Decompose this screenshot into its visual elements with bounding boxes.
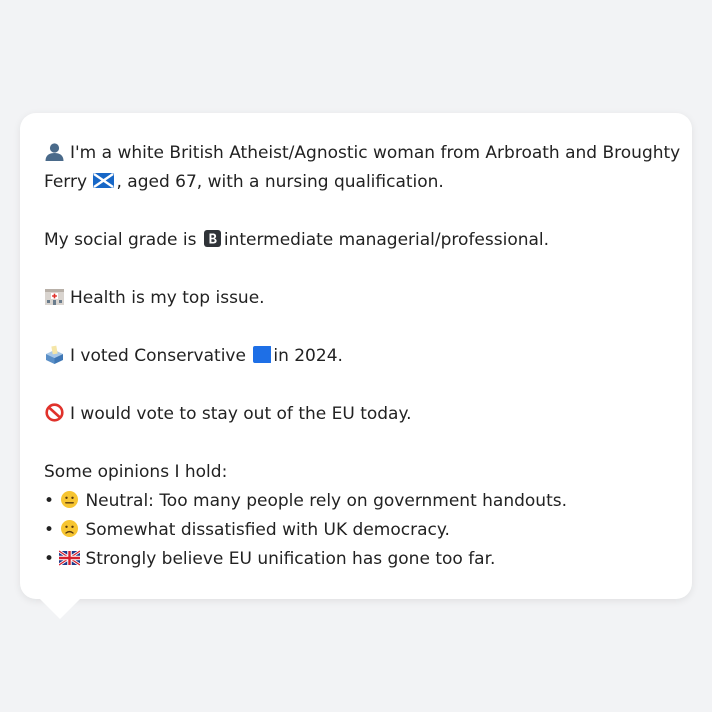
issue-text: Health is my top issue. — [70, 288, 265, 308]
vote-line: I voted Conservative in 2024. — [44, 342, 668, 371]
bullet: • — [44, 549, 55, 569]
opinion-item: • Neutral: Too many people rely on gover… — [44, 487, 668, 516]
grade-text-b: intermediate managerial/professional. — [223, 230, 550, 250]
intro-text-2a: Ferry — [44, 172, 88, 192]
opinion-text: Neutral: Too many people rely on governm… — [85, 491, 567, 511]
bullet: • — [44, 491, 55, 511]
blue-square-icon — [253, 346, 272, 363]
hospital-icon — [45, 289, 64, 305]
bullet: • — [44, 520, 55, 540]
top-issue-line: Health is my top issue. — [44, 284, 668, 313]
bubble-tail — [40, 599, 80, 619]
grade-text-a: My social grade is — [44, 230, 197, 250]
intro-line-2: Ferry , aged 67, with a nursing qualific… — [44, 168, 668, 197]
intro-text-2b: , aged 67, with a nursing qualification. — [116, 172, 444, 192]
vote-text-a: I voted Conservative — [70, 346, 246, 366]
b-button-icon — [203, 230, 221, 247]
chat-bubble: I'm a white British Atheist/Agnostic wom… — [20, 113, 692, 599]
opinion-text: Strongly believe EU unification has gone… — [85, 549, 496, 569]
bust-in-silhouette-icon — [45, 143, 64, 161]
scotland-flag-icon — [93, 173, 115, 188]
opinions-header: Some opinions I hold: — [44, 462, 228, 482]
ballot-box-icon — [46, 345, 63, 364]
eu-text: I would vote to stay out of the EU today… — [70, 404, 412, 424]
eu-line: I would vote to stay out of the EU today… — [44, 400, 668, 429]
opinion-item: • Strongly believe EU unification has go… — [44, 545, 668, 574]
intro-line-1: I'm a white British Atheist/Agnostic wom… — [44, 139, 680, 168]
uk-flag-icon — [59, 549, 81, 567]
vote-text-b: in 2024. — [273, 346, 343, 366]
opinion-item: • Somewhat dissatisfied with UK democrac… — [44, 516, 668, 545]
opinion-text: Somewhat dissatisfied with UK democracy. — [85, 520, 450, 540]
slightly-frowning-face-icon — [61, 520, 79, 537]
social-grade-line: My social grade is intermediate manageri… — [44, 226, 668, 255]
intro-text-1: I'm a white British Atheist/Agnostic wom… — [70, 143, 681, 163]
neutral-face-icon — [61, 491, 79, 508]
prohibited-icon — [45, 403, 64, 422]
